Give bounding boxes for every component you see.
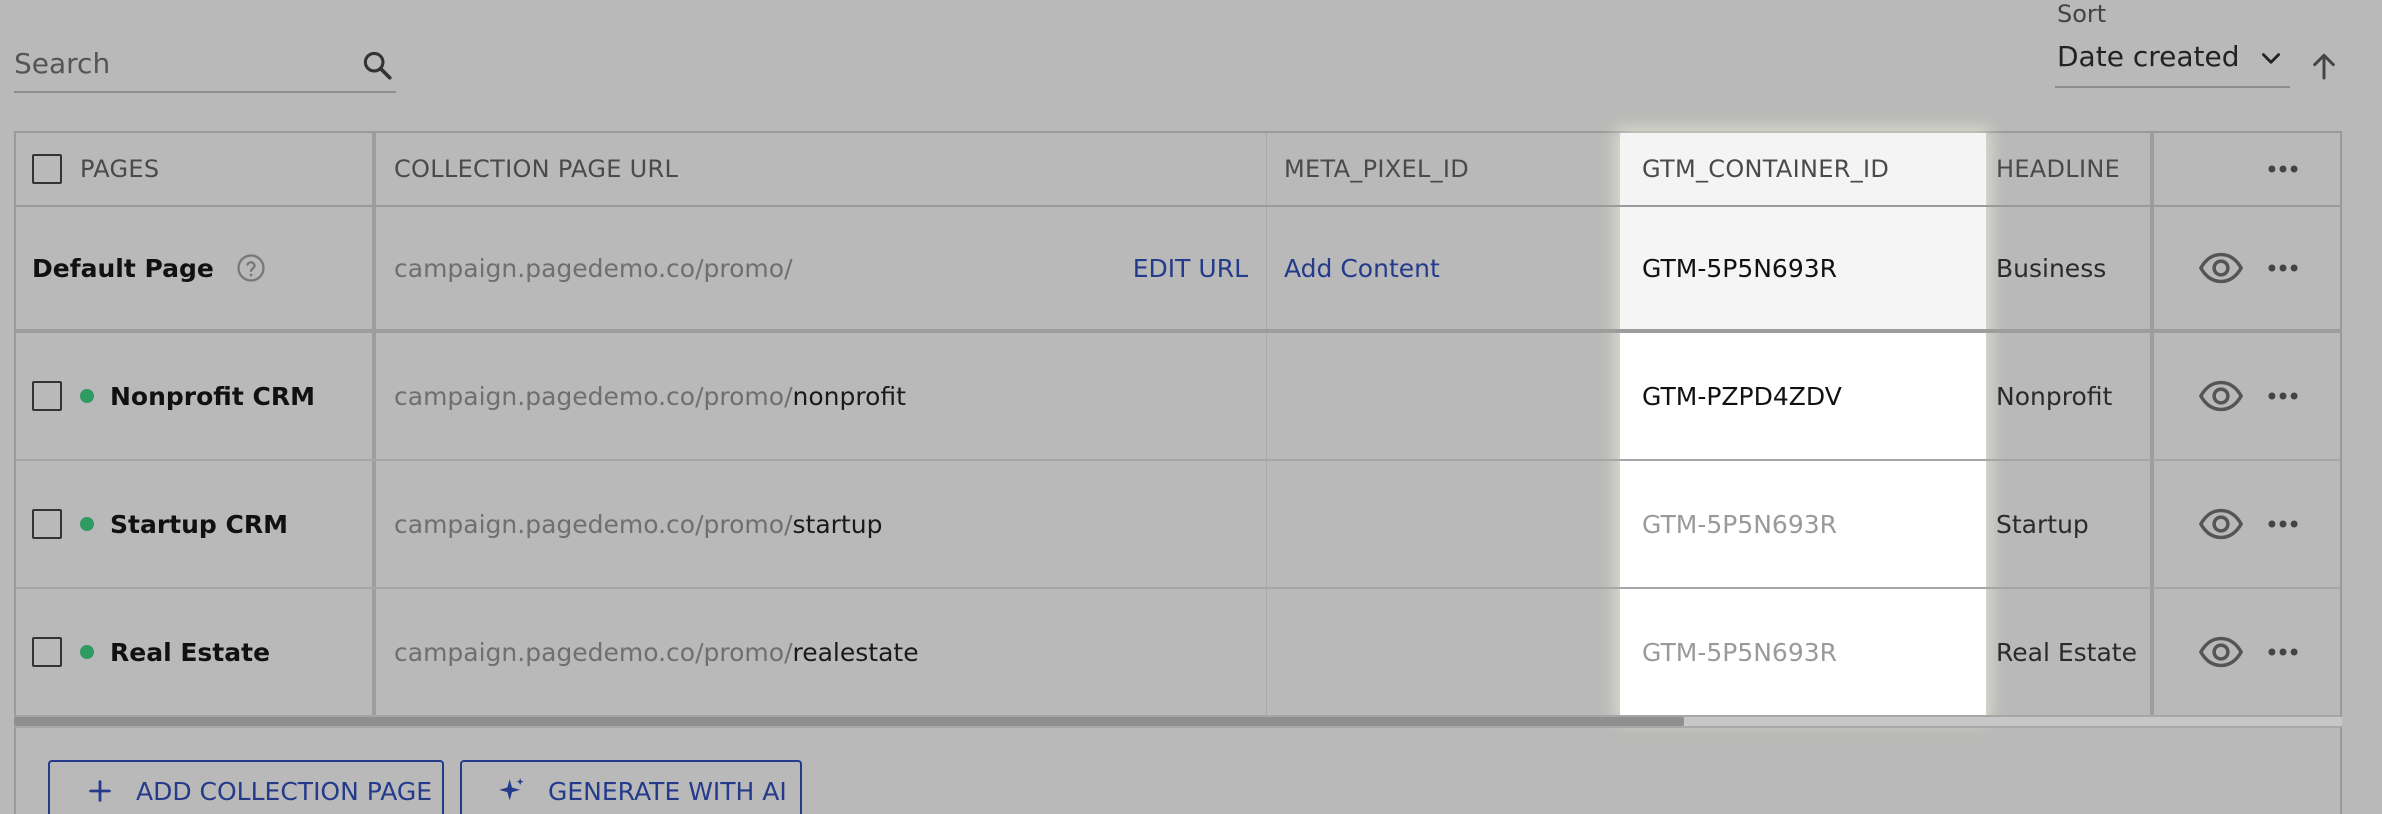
url-base: campaign.pagedemo.co/promo/	[394, 509, 793, 539]
row-actions	[2150, 589, 2340, 715]
meta-pixel-cell: Add Content	[1266, 207, 1620, 329]
eye-icon[interactable]	[2198, 501, 2244, 547]
header-actions	[2150, 133, 2340, 205]
help-circle-icon[interactable]	[236, 253, 266, 283]
page-name-cell: Startup CRM	[16, 461, 374, 587]
url-slug[interactable]: startup	[793, 510, 883, 539]
more-horizontal-icon[interactable]	[2264, 150, 2302, 188]
edit-url-link[interactable]: EDIT URL	[1133, 254, 1248, 283]
header-pages: PAGES	[16, 133, 374, 205]
url-cell: campaign.pagedemo.co/promo/nonprofit	[376, 333, 1266, 459]
plus-icon	[89, 780, 111, 802]
add-collection-page-button[interactable]: ADD COLLECTION PAGE	[48, 760, 444, 814]
status-dot	[80, 645, 94, 659]
url-slug[interactable]: nonprofit	[793, 382, 906, 411]
page-name-cell: Nonprofit CRM	[16, 333, 374, 459]
row-checkbox[interactable]	[32, 509, 62, 539]
headline-cell[interactable]: Business	[1986, 207, 2150, 329]
url-base: campaign.pagedemo.co/promo/	[394, 637, 793, 667]
meta-pixel-cell[interactable]	[1266, 333, 1620, 459]
header-gtm-container: GTM_CONTAINER_ID	[1642, 155, 1890, 183]
table-row: Nonprofit CRM campaign.pagedemo.co/promo…	[16, 333, 2340, 461]
table-header-row: PAGES COLLECTION PAGE URL META_PIXEL_ID …	[16, 133, 2340, 207]
sort-value: Date created	[2057, 40, 2240, 73]
table-row: Real Estate campaign.pagedemo.co/promo/r…	[16, 589, 2340, 717]
status-dot	[80, 389, 94, 403]
row-actions	[2150, 207, 2340, 329]
search-input[interactable]	[14, 38, 344, 88]
url-cell: campaign.pagedemo.co/promo/realestate	[376, 589, 1266, 715]
add-content-link[interactable]: Add Content	[1284, 254, 1440, 283]
url-slug[interactable]: realestate	[793, 638, 919, 667]
headline-cell[interactable]: Nonprofit	[1986, 333, 2150, 459]
meta-pixel-cell[interactable]	[1266, 461, 1620, 587]
collection-pages-view: Sort Date created PAGES COLLE	[0, 0, 2382, 814]
status-dot	[80, 517, 94, 531]
url-base: campaign.pagedemo.co/promo/	[394, 381, 793, 411]
chevron-down-icon	[2262, 53, 2280, 64]
page-name-cell: Default Page	[16, 207, 374, 329]
eye-icon[interactable]	[2198, 245, 2244, 291]
headline-cell[interactable]: Startup	[1986, 461, 2150, 587]
search-icon[interactable]	[360, 48, 394, 82]
sort-select[interactable]: Date created	[2055, 36, 2290, 88]
gtm-cell[interactable]: GTM-5P5N693R	[1620, 207, 1986, 329]
header-url: COLLECTION PAGE URL	[394, 155, 679, 183]
meta-pixel-cell[interactable]	[1266, 589, 1620, 715]
more-horizontal-icon[interactable]	[2264, 633, 2302, 671]
headline-cell[interactable]: Real Estate	[1986, 589, 2150, 715]
row-checkbox[interactable]	[32, 637, 62, 667]
eye-icon[interactable]	[2198, 629, 2244, 675]
generate-with-ai-button[interactable]: GENERATE WITH AI	[460, 760, 802, 814]
table-row-default: Default Page campaign.pagedemo.co/promo/…	[16, 207, 2340, 333]
header-headline: HEADLINE	[1996, 155, 2121, 183]
gtm-cell[interactable]: GTM-5P5N693R	[1620, 589, 1986, 715]
sort-label: Sort	[2057, 0, 2107, 28]
row-actions	[2150, 461, 2340, 587]
page-name: Default Page	[32, 253, 214, 283]
page-name[interactable]: Real Estate	[110, 638, 270, 667]
more-horizontal-icon[interactable]	[2264, 377, 2302, 415]
url-cell: campaign.pagedemo.co/promo/ EDIT URL	[376, 207, 1266, 329]
horizontal-scrollbar[interactable]	[14, 717, 2342, 726]
sort-control: Sort Date created	[2055, 0, 2290, 88]
generate-with-ai-label: GENERATE WITH AI	[548, 776, 787, 806]
arrow-up-icon[interactable]	[2308, 50, 2340, 82]
add-collection-page-label: ADD COLLECTION PAGE	[136, 776, 433, 806]
collection-pages-table: PAGES COLLECTION PAGE URL META_PIXEL_ID …	[14, 131, 2342, 726]
more-horizontal-icon[interactable]	[2264, 249, 2302, 287]
search-box[interactable]	[14, 38, 396, 93]
row-checkbox[interactable]	[32, 381, 62, 411]
url-base: campaign.pagedemo.co/promo/	[394, 253, 793, 283]
table-row: Startup CRM campaign.pagedemo.co/promo/s…	[16, 461, 2340, 589]
sparkle-icon	[499, 778, 524, 801]
more-horizontal-icon[interactable]	[2264, 505, 2302, 543]
gtm-cell[interactable]: GTM-PZPD4ZDV	[1620, 333, 1986, 459]
header-pages-label: PAGES	[80, 155, 160, 183]
eye-icon[interactable]	[2198, 373, 2244, 419]
scrollbar-thumb[interactable]	[14, 717, 1684, 726]
page-name-cell: Real Estate	[16, 589, 374, 715]
row-actions	[2150, 333, 2340, 459]
gtm-cell[interactable]: GTM-5P5N693R	[1620, 461, 1986, 587]
header-meta-pixel: META_PIXEL_ID	[1284, 155, 1470, 183]
page-name[interactable]: Startup CRM	[110, 510, 288, 539]
select-all-checkbox[interactable]	[32, 154, 62, 184]
page-name[interactable]: Nonprofit CRM	[110, 382, 315, 411]
url-cell: campaign.pagedemo.co/promo/startup	[376, 461, 1266, 587]
